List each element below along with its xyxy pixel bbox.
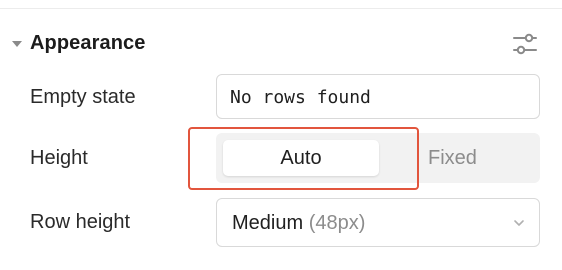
divider xyxy=(0,8,562,9)
appearance-panel: Appearance Empty state No rows found Hei… xyxy=(0,0,562,270)
section-header-appearance[interactable]: Appearance xyxy=(0,26,562,62)
section-title: Appearance xyxy=(30,32,146,54)
empty-state-value: No rows found xyxy=(230,87,371,108)
row-height-label: Row height xyxy=(30,211,131,233)
chevron-down-icon xyxy=(512,216,526,230)
row-height-hint: (48px) xyxy=(308,212,366,234)
sliders-icon[interactable] xyxy=(510,30,540,58)
row-height-select[interactable]: Medium (48px) xyxy=(216,198,540,247)
collapse-caret-icon[interactable] xyxy=(12,41,22,47)
height-option-fixed[interactable]: Fixed xyxy=(404,140,508,176)
highlight-annotation xyxy=(188,127,419,190)
empty-state-label: Empty state xyxy=(30,86,136,108)
height-label: Height xyxy=(30,147,88,169)
row-height-selected: Medium xyxy=(232,212,304,234)
row-height-value: Medium (48px) xyxy=(232,212,365,235)
empty-state-input[interactable]: No rows found xyxy=(216,74,540,119)
